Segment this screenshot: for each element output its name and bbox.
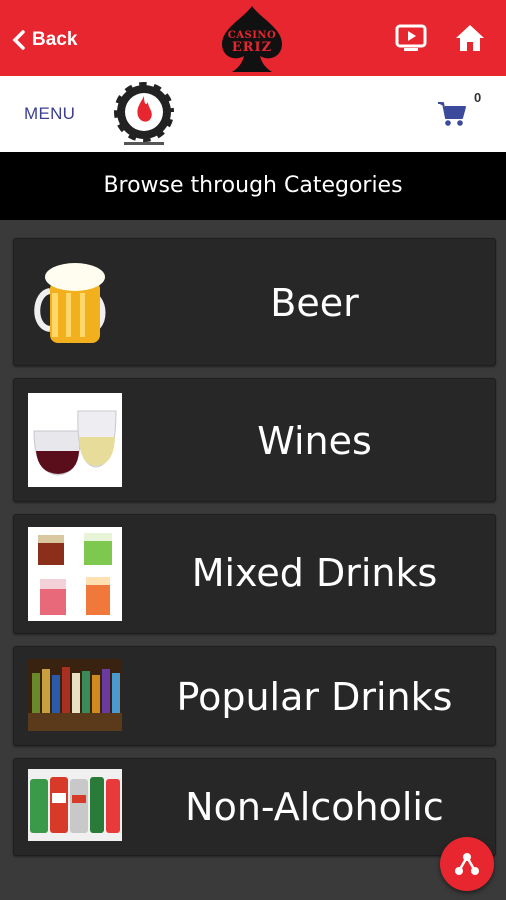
- beer-mug-image: [28, 253, 122, 351]
- cocktails-image: [28, 527, 122, 621]
- category-card-beer[interactable]: Beer: [13, 238, 496, 366]
- category-label: Wines: [257, 419, 372, 463]
- cart-count-badge: 0: [474, 90, 482, 105]
- category-label: Popular Drinks: [176, 675, 453, 719]
- category-card-non-alcoholic[interactable]: Non-Alcoholic: [13, 758, 496, 856]
- home-icon[interactable]: [454, 22, 486, 54]
- menu-button[interactable]: MENU: [24, 104, 75, 124]
- casino-logo: CASINO ERIZ: [214, 4, 290, 74]
- category-label: Non-Alcoholic: [185, 785, 444, 829]
- share-nodes-icon: [455, 853, 479, 875]
- category-card-wines[interactable]: Wines: [13, 378, 496, 502]
- soda-cans-image: [28, 769, 122, 841]
- header: [0, 76, 506, 152]
- cart-icon[interactable]: [437, 100, 467, 128]
- category-card-popular-drinks[interactable]: Popular Drinks: [13, 646, 496, 746]
- back-label: Back: [32, 29, 78, 50]
- top-bar: Back CASINO ERIZ: [0, 0, 506, 76]
- category-label: Beer: [270, 281, 359, 325]
- category-card-mixed-drinks[interactable]: Mixed Drinks: [13, 514, 496, 634]
- tv-play-icon[interactable]: [395, 24, 427, 52]
- page-title: Browse through Categories: [0, 152, 506, 220]
- chevron-left-icon: [12, 30, 25, 50]
- bottles-image: [28, 659, 122, 731]
- category-label: Mixed Drinks: [191, 551, 438, 595]
- poker-chip-logo-icon: [111, 80, 177, 145]
- share-button[interactable]: [440, 837, 494, 891]
- back-button[interactable]: Back: [12, 26, 77, 54]
- wine-glasses-image: [28, 393, 122, 487]
- logo-text-bottom: ERIZ: [231, 40, 273, 55]
